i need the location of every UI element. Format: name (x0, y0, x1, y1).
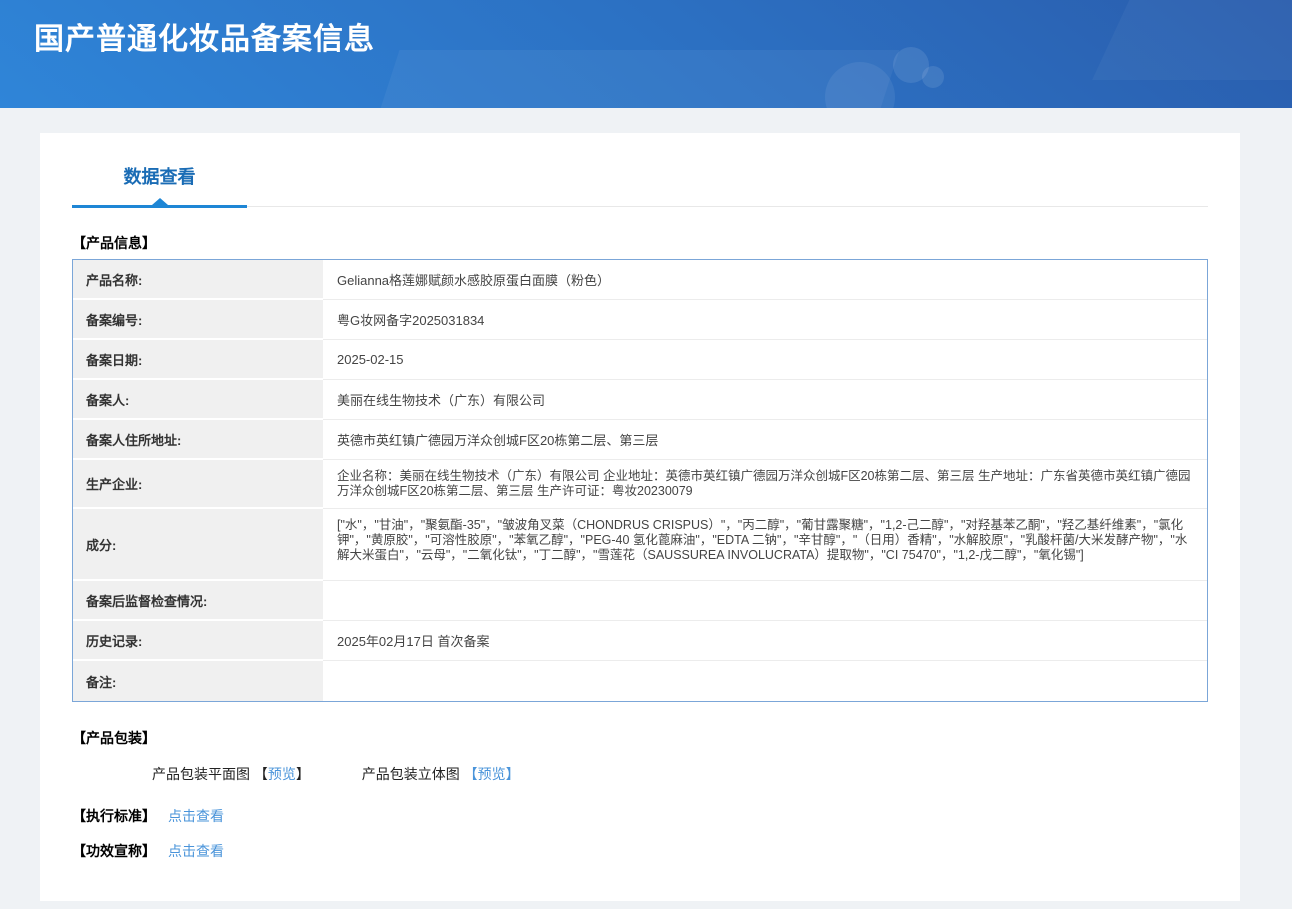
tab-bar: 数据查看 (72, 133, 1208, 207)
claims-view-link[interactable]: 点击查看 (168, 843, 224, 859)
row-value (323, 581, 1207, 621)
packaging-links-row: 产品包装平面图 【预览】 产品包装立体图 【预览】 (152, 764, 1208, 784)
row-label: 产品名称: (73, 260, 323, 300)
row-value: 美丽在线生物技术（广东）有限公司 (323, 380, 1207, 420)
table-row-history: 历史记录: 2025年02月17日 首次备案 (73, 621, 1207, 661)
row-value: 2025年02月17日 首次备案 (323, 621, 1207, 661)
packaging-flat-group: 产品包装平面图 【预览】 (152, 766, 314, 782)
table-row-ingredients: 成分: ["水"，"甘油"，"聚氨酯-35"，"皱波角叉菜（CHONDRUS C… (73, 509, 1207, 581)
content-card: 数据查看 【产品信息】 产品名称: Gelianna格莲娜赋颜水感胶原蛋白面膜（… (40, 133, 1240, 901)
row-value: 2025-02-15 (323, 340, 1207, 380)
row-value: ["水"，"甘油"，"聚氨酯-35"，"皱波角叉菜（CHONDRUS CRISP… (323, 509, 1207, 581)
row-label: 成分: (73, 509, 323, 581)
row-label: 备案人: (73, 380, 323, 420)
tab-active-indicator (72, 205, 247, 208)
table-row-filing-date: 备案日期: 2025-02-15 (73, 340, 1207, 380)
row-value: Gelianna格莲娜赋颜水感胶原蛋白面膜（粉色） (323, 260, 1207, 300)
bracket-close: 】 (296, 766, 310, 782)
claims-label: 【功效宣称】 (72, 843, 156, 859)
row-value: 企业名称：美丽在线生物技术（广东）有限公司 企业地址：英德市英红镇广德园万洋众创… (323, 460, 1207, 509)
product-info-section-title: 【产品信息】 (72, 233, 1208, 253)
packaging-section-title: 【产品包装】 (72, 728, 1208, 748)
page-title: 国产普通化妆品备案信息 (34, 14, 375, 58)
table-row-remarks: 备注: (73, 661, 1207, 701)
flat-preview-link[interactable]: 预览 (268, 766, 296, 782)
row-value (323, 661, 1207, 701)
table-row-registrant-address: 备案人住所地址: 英德市英红镇广德园万洋众创城F区20栋第二层、第三层 (73, 420, 1207, 460)
table-row-manufacturer: 生产企业: 企业名称：美丽在线生物技术（广东）有限公司 企业地址：英德市英红镇广… (73, 460, 1207, 509)
tab-data-view-label: 数据查看 (124, 167, 196, 187)
row-value: 粤G妆网备字2025031834 (323, 300, 1207, 340)
packaging-stereo-group: 产品包装立体图 【预览】 (362, 766, 520, 782)
table-row-registrant: 备案人: 美丽在线生物技术（广东）有限公司 (73, 380, 1207, 420)
row-label: 备案日期: (73, 340, 323, 380)
table-row-filing-number: 备案编号: 粤G妆网备字2025031834 (73, 300, 1207, 340)
standards-label: 【执行标准】 (72, 808, 156, 824)
row-label: 备案人住所地址: (73, 420, 323, 460)
stereo-preview-link[interactable]: 预览 (478, 766, 506, 782)
claims-row: 【功效宣称】点击查看 (72, 841, 1208, 861)
row-label: 历史记录: (73, 621, 323, 661)
page-header: 国产普通化妆品备案信息 (0, 0, 1292, 108)
row-label: 备案后监督检查情况: (73, 581, 323, 621)
row-value: 英德市英红镇广德园万洋众创城F区20栋第二层、第三层 (323, 420, 1207, 460)
bracket-open: 【 (254, 766, 268, 782)
packaging-flat-label: 产品包装平面图 (152, 766, 250, 782)
row-label: 备案编号: (73, 300, 323, 340)
header-decoration-polygon (361, 50, 900, 108)
standards-view-link[interactable]: 点击查看 (168, 808, 224, 824)
standards-row: 【执行标准】点击查看 (72, 806, 1208, 826)
tab-caret-icon (152, 198, 168, 205)
tab-data-view[interactable]: 数据查看 (72, 163, 247, 206)
table-row-product-name: 产品名称: Gelianna格莲娜赋颜水感胶原蛋白面膜（粉色） (73, 260, 1207, 300)
row-label: 生产企业: (73, 460, 323, 509)
bracket-close: 】 (506, 766, 520, 782)
page-footer: 本站由国家药品监督管理局主办 版权所有 Copyright © NMPA All… (0, 901, 1292, 909)
bracket-open: 【 (464, 766, 478, 782)
header-decoration-circle (922, 66, 944, 88)
packaging-stereo-label: 产品包装立体图 (362, 766, 464, 782)
product-info-table: 产品名称: Gelianna格莲娜赋颜水感胶原蛋白面膜（粉色） 备案编号: 粤G… (72, 259, 1208, 702)
row-label: 备注: (73, 661, 323, 701)
table-row-supervision: 备案后监督检查情况: (73, 581, 1207, 621)
header-decoration-polygon (1092, 0, 1292, 80)
